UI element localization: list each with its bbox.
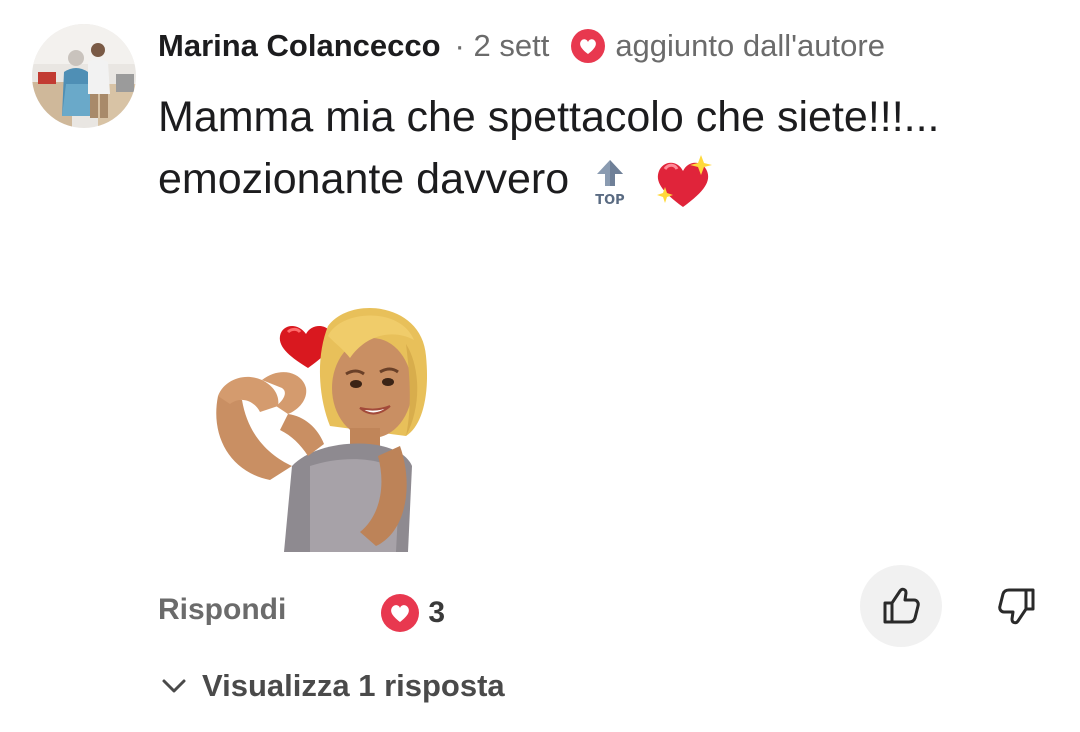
thumbs-down-icon: [998, 588, 1035, 625]
view-replies-label: Visualizza 1 risposta: [202, 668, 505, 703]
author-added-badge: aggiunto dall'autore: [569, 27, 885, 65]
heart-reaction-icon: [381, 594, 420, 632]
dislike-button[interactable]: [976, 565, 1058, 647]
comment-actions: Rispondi 3: [158, 588, 445, 632]
comment-line-2-wrap: emozionante davvero TOP: [158, 148, 1058, 211]
avatar[interactable]: [32, 24, 136, 128]
comment-line-2: emozionante davvero: [158, 155, 570, 203]
badge-label: aggiunto dall'autore: [615, 28, 885, 63]
avatar-heart-hands-sticker: [216, 308, 428, 552]
heart-circle-icon: [571, 29, 606, 63]
reaction-summary[interactable]: 3: [380, 593, 445, 633]
like-button[interactable]: [860, 565, 942, 647]
sparkling-heart-icon: [657, 154, 713, 207]
reply-button[interactable]: Rispondi: [158, 593, 286, 627]
comment-line-1: Mamma mia che spettacolo che siete!!!...: [158, 93, 940, 141]
comment-header: Marina Colancecco · 2 sett aggiunto dall…: [158, 24, 885, 68]
avatar-sticker: [200, 296, 440, 556]
top-arrow-icon: TOP: [595, 159, 625, 208]
reaction-count: 3: [428, 596, 446, 629]
avatar-photo: [32, 24, 136, 128]
svg-text:TOP: TOP: [595, 193, 624, 208]
view-replies-toggle[interactable]: Visualizza 1 risposta: [160, 664, 505, 708]
author-name[interactable]: Marina Colancecco: [158, 28, 441, 64]
comment-time: · 2 sett: [454, 28, 550, 63]
comment-text: Mamma mia che spettacolo che siete!!!...…: [158, 86, 1058, 211]
chevron-down-icon: [162, 679, 186, 693]
thumbs-up-icon: [883, 587, 920, 624]
